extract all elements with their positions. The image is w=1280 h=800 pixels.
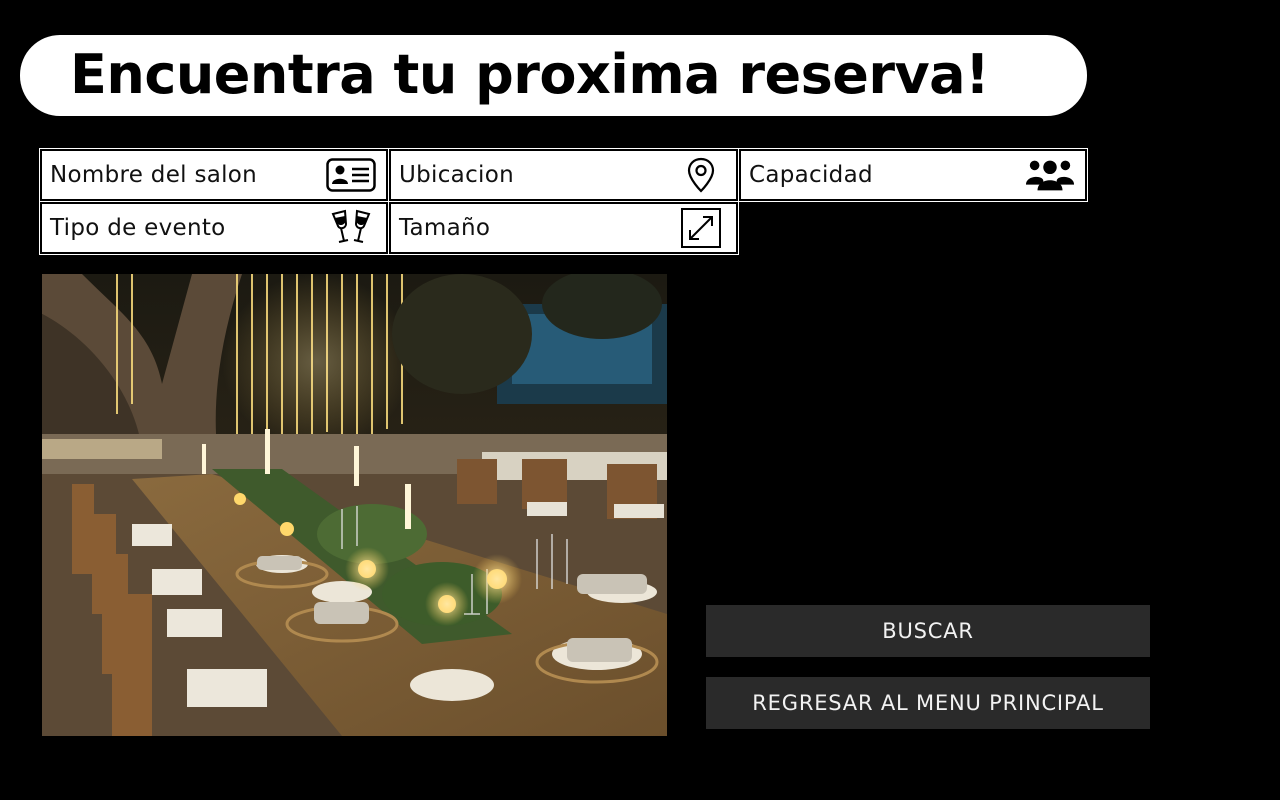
champagne-toast-icon bbox=[326, 209, 376, 246]
title-banner: Encuentra tu proxima reserva! bbox=[20, 35, 1087, 116]
reservation-search-screen: Encuentra tu proxima reserva! Nombre del… bbox=[0, 0, 1280, 800]
filter-capacity[interactable]: Capacidad bbox=[738, 148, 1088, 202]
filter-size-label: Tamaño bbox=[399, 215, 491, 241]
page-title: Encuentra tu proxima reserva! bbox=[70, 43, 990, 106]
id-card-icon bbox=[326, 157, 376, 193]
filter-location-label: Ubicacion bbox=[399, 162, 514, 188]
filter-event-type[interactable]: Tipo de evento bbox=[39, 201, 389, 255]
back-to-main-menu-button[interactable]: REGRESAR AL MENU PRINCIPAL bbox=[706, 677, 1150, 729]
filter-venue-name-label: Nombre del salon bbox=[50, 162, 258, 188]
people-group-icon bbox=[1025, 157, 1075, 193]
map-pin-icon bbox=[676, 157, 726, 193]
resize-arrows-icon bbox=[676, 208, 726, 248]
search-button[interactable]: BUSCAR bbox=[706, 605, 1150, 657]
filter-event-type-label: Tipo de evento bbox=[50, 215, 226, 241]
filter-capacity-label: Capacidad bbox=[749, 162, 873, 188]
filter-venue-name[interactable]: Nombre del salon bbox=[39, 148, 389, 202]
filter-location[interactable]: Ubicacion bbox=[388, 148, 739, 202]
filter-size[interactable]: Tamaño bbox=[388, 201, 739, 255]
venue-photo bbox=[42, 274, 667, 736]
